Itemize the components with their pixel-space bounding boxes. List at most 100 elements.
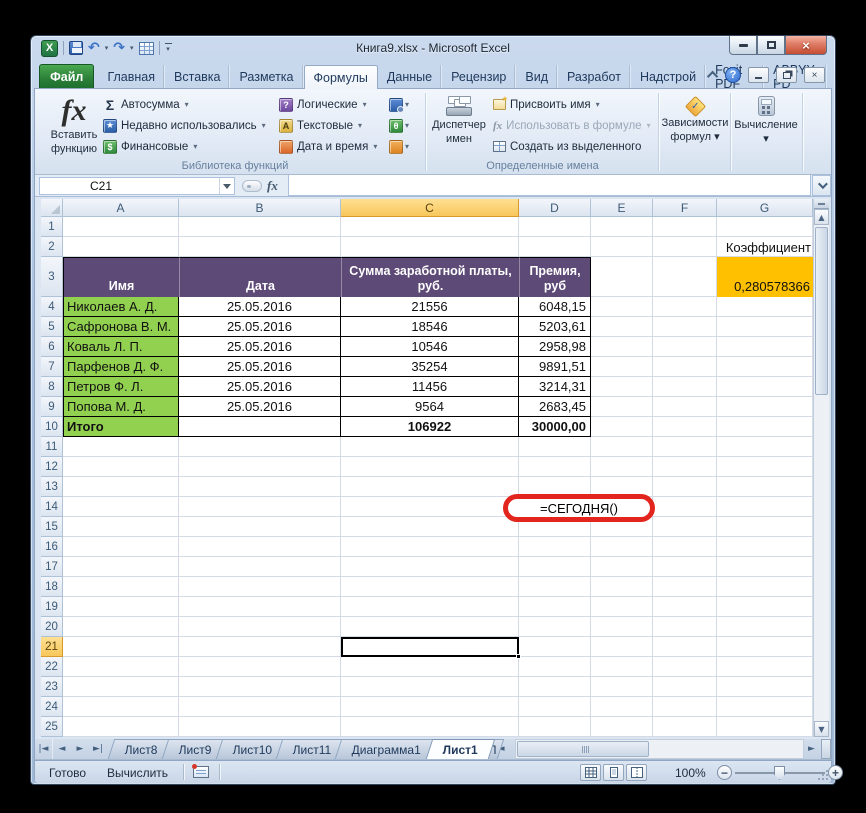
horizontal-scrollbar-thumb[interactable] <box>516 741 649 757</box>
row-header-21[interactable]: 21 <box>41 637 63 657</box>
table-cell-date[interactable]: 25.05.2016 <box>179 337 341 357</box>
tab-вставка[interactable]: Вставка <box>165 65 231 88</box>
table-cell-date[interactable]: 25.05.2016 <box>179 377 341 397</box>
redo-icon[interactable]: ↷ <box>113 41 125 55</box>
page-layout-view-button[interactable] <box>603 764 624 781</box>
table-cell-date[interactable]: 25.05.2016 <box>179 357 341 377</box>
column-header-E[interactable]: E <box>591 199 653 217</box>
lookup-reference-button[interactable]: ▾ <box>387 95 414 114</box>
coefficient-value-cell[interactable]: 0,280578366 <box>717 257 813 297</box>
calculation-button[interactable]: Вычисление ▾ <box>734 92 798 170</box>
restore-button[interactable] <box>757 36 785 55</box>
minimize-button[interactable] <box>729 36 757 55</box>
tab-вид[interactable]: Вид <box>516 65 558 88</box>
table-cell-salary[interactable]: 35254 <box>341 357 519 377</box>
page-break-view-button[interactable] <box>626 764 647 781</box>
fill-handle[interactable] <box>516 654 521 659</box>
row-header-22[interactable]: 22 <box>41 657 63 677</box>
table-cell-name[interactable]: Николаев А. Д. <box>63 297 179 317</box>
help-icon[interactable]: ? <box>725 67 741 83</box>
name-manager-button[interactable]: Диспетчер имен <box>431 92 487 170</box>
row-header-9[interactable]: 9 <box>41 397 63 417</box>
redo-dropdown-icon[interactable]: ▾ <box>130 44 134 52</box>
tab-split-handle[interactable] <box>821 739 831 759</box>
tab-главная[interactable]: Главная <box>98 65 166 88</box>
zoom-out-icon[interactable]: − <box>717 765 732 780</box>
insert-function-button[interactable]: fx Вставить функцию <box>47 92 101 170</box>
excel-logo-icon[interactable]: X <box>41 39 58 57</box>
row-header-15[interactable]: 15 <box>41 517 63 537</box>
recently-used-button[interactable]: ★ Недавно использовались ▾ <box>103 116 266 135</box>
normal-view-button[interactable] <box>580 764 601 781</box>
row-header-2[interactable]: 2 <box>41 237 63 257</box>
tab-рецензир[interactable]: Рецензир <box>442 65 517 88</box>
table-cell-total-label[interactable]: Итого <box>63 417 179 437</box>
sheet-tab-диаграмма1[interactable]: Диаграмма1 <box>335 739 439 759</box>
use-in-formula-button[interactable]: fx Использовать в формуле ▾ <box>493 116 651 135</box>
workbook-restore-button[interactable] <box>776 67 797 83</box>
table-cell-name[interactable]: Коваль Л. П. <box>63 337 179 357</box>
formula-input[interactable] <box>288 175 811 196</box>
table-cell-premium[interactable]: 2683,45 <box>519 397 591 417</box>
zoom-level[interactable]: 100% <box>675 766 706 780</box>
tab-формулы[interactable]: Формулы <box>303 65 378 89</box>
previous-sheet-icon[interactable]: ◄ <box>53 739 71 759</box>
column-header-B[interactable]: B <box>179 199 341 217</box>
tab-надстрой[interactable]: Надстрой <box>631 65 707 88</box>
row-header-8[interactable]: 8 <box>41 377 63 397</box>
next-sheet-icon[interactable]: ► <box>71 739 89 759</box>
column-header-A[interactable]: A <box>63 199 179 217</box>
scroll-up-icon[interactable]: ▲ <box>814 209 829 225</box>
sheet-tab-лист1[interactable]: Лист1 <box>425 739 495 759</box>
row-header-20[interactable]: 20 <box>41 617 63 637</box>
column-header-F[interactable]: F <box>653 199 717 217</box>
table-cell-empty[interactable] <box>179 417 341 437</box>
row-header-24[interactable]: 24 <box>41 697 63 717</box>
row-header-23[interactable]: 23 <box>41 677 63 697</box>
table-cell-salary[interactable]: 21556 <box>341 297 519 317</box>
undo-icon[interactable]: ↶ <box>88 41 100 55</box>
macro-record-icon[interactable] <box>192 764 209 778</box>
table-cell-name[interactable]: Петров Ф. Л. <box>63 377 179 397</box>
scrollbar-split-handle[interactable] <box>814 199 829 209</box>
table-cell-salary[interactable]: 11456 <box>341 377 519 397</box>
name-box-dropdown-icon[interactable] <box>219 178 234 194</box>
table-cell-total-premium[interactable]: 30000,00 <box>519 417 591 437</box>
table-cell-date[interactable]: 25.05.2016 <box>179 397 341 417</box>
date-time-button[interactable]: Дата и время ▾ <box>279 137 377 156</box>
tab-file[interactable]: Файл <box>39 64 95 88</box>
expand-formula-bar-icon[interactable] <box>812 175 831 196</box>
row-header-1[interactable]: 1 <box>41 217 63 237</box>
row-header-19[interactable]: 19 <box>41 597 63 617</box>
row-header-10[interactable]: 10 <box>41 417 63 437</box>
row-header-5[interactable]: 5 <box>41 317 63 337</box>
scroll-down-icon[interactable]: ▼ <box>814 721 829 737</box>
table-header-cell[interactable]: Имя <box>63 257 179 297</box>
scroll-right-icon[interactable]: ► <box>804 739 819 759</box>
table-header-cell[interactable]: Премия, руб <box>519 257 591 297</box>
table-cell-premium[interactable]: 3214,31 <box>519 377 591 397</box>
workbook-minimize-button[interactable] <box>748 67 769 83</box>
column-header-C[interactable]: C <box>341 199 519 217</box>
logical-button[interactable]: ? Логические ▾ <box>279 95 367 114</box>
table-header-cell[interactable]: Дата <box>179 257 341 297</box>
name-box[interactable]: C21 <box>39 177 235 195</box>
define-name-button[interactable]: Присвоить имя▾ <box>493 95 600 114</box>
vertical-scrollbar-thumb[interactable] <box>815 227 828 395</box>
table-cell-salary[interactable]: 9564 <box>341 397 519 417</box>
customize-qat-icon[interactable]: ▾ <box>164 43 172 53</box>
table-cell-total-sum[interactable]: 106922 <box>341 417 519 437</box>
row-header-12[interactable]: 12 <box>41 457 63 477</box>
row-header-14[interactable]: 14 <box>41 497 63 517</box>
undo-dropdown-icon[interactable]: ▾ <box>105 44 109 52</box>
vertical-scrollbar[interactable]: ▲ ▼ <box>813 199 829 737</box>
column-header-D[interactable]: D <box>519 199 591 217</box>
workbook-close-button[interactable]: × <box>804 67 825 83</box>
financial-button[interactable]: $ Финансовые ▾ <box>103 137 197 156</box>
status-calculate[interactable]: Вычислить <box>107 766 168 780</box>
table-header-cell[interactable]: Сумма заработной платы, руб. <box>341 257 519 297</box>
table-cell-premium[interactable]: 5203,61 <box>519 317 591 337</box>
tab-разработ[interactable]: Разработ <box>558 65 631 88</box>
save-icon[interactable] <box>69 41 83 55</box>
first-sheet-icon[interactable]: |◄ <box>35 739 53 759</box>
